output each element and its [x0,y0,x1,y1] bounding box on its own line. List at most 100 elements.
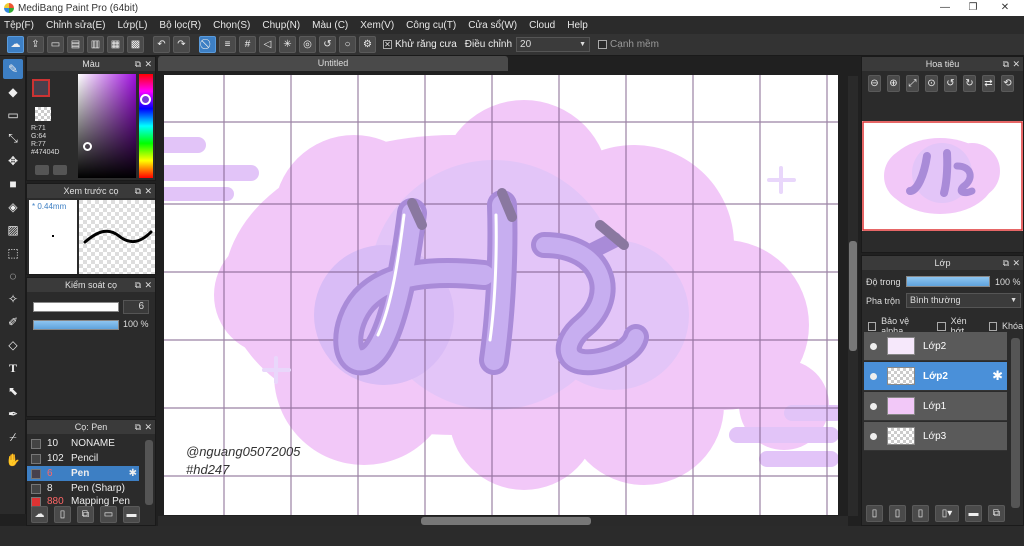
close-icon[interactable]: ✕ [144,278,152,292]
eyedropper-icon[interactable]: ⌿ [3,427,23,447]
rotate-right-icon[interactable]: ↻ [963,75,976,92]
perspective-snap-icon[interactable]: ◁ [259,36,276,53]
menu-select[interactable]: Chọn(S) [213,20,250,31]
select-eraser-icon[interactable]: ◇ [3,335,23,355]
document-tab[interactable]: Untitled [158,56,508,71]
undo-icon[interactable]: ↶ [153,36,170,53]
curve-snap-icon[interactable]: ↺ [319,36,336,53]
close-icon[interactable]: ✕ [144,184,152,198]
snap-settings-icon[interactable]: ⚙ [359,36,376,53]
ellipse-snap-icon[interactable]: ○ [339,36,356,53]
brush-list-scrollbar[interactable] [145,440,153,505]
navigator-thumbnail[interactable] [862,121,1023,231]
rect-tool-icon[interactable]: ▭ [3,105,23,125]
color-mode-icon[interactable] [35,165,49,175]
grid-list-icon[interactable]: ▦ [107,36,124,53]
layer-opacity-slider[interactable] [906,276,990,287]
duplicate-layer-icon[interactable]: ⧉ [988,505,1005,522]
protect-alpha-checkbox[interactable] [868,321,877,331]
new-brush-icon[interactable]: ▯ [54,506,71,523]
new-layer-8bit-icon[interactable]: ▯ [889,505,906,522]
popout-icon[interactable]: ⧉ [135,57,141,71]
cloud-brush-icon[interactable]: ☁ [31,506,48,523]
brush-item[interactable]: 102 Pencil [27,451,139,466]
grid-snap-icon[interactable]: # [239,36,256,53]
transparent-swatch[interactable] [35,107,51,121]
zoom-reset-icon[interactable]: ⊙ [925,75,938,92]
edge-checkbox[interactable] [598,40,608,49]
eye-icon[interactable] [870,372,877,380]
size-value[interactable]: 6 [123,300,149,314]
popout-icon[interactable]: ⧉ [1003,57,1009,71]
dot-tool-icon[interactable]: ⤡ [3,128,23,148]
zoom-in-icon[interactable]: ⊕ [887,75,900,92]
brush-item-selected[interactable]: 6 Pen ✱ [27,466,139,481]
magic-wand-icon[interactable]: ✧ [3,289,23,309]
menu-tools[interactable]: Công cụ(T) [406,20,456,31]
canvas[interactable]: @nguang05072005 #hd247 [164,75,838,515]
new-layer-1bit-icon[interactable]: ▯ [912,505,929,522]
blend-select[interactable]: Bình thường ▼ [906,293,1021,308]
divide-tool-icon[interactable]: ✒ [3,404,23,424]
brush-item[interactable]: 10 NONAME [27,436,139,451]
menu-edit[interactable]: Chỉnh sửa(E) [46,20,106,31]
cloud-icon[interactable]: ☁ [7,36,24,53]
text-icon[interactable]: ▤ [67,36,84,53]
clip-checkbox[interactable] [937,321,946,331]
layer-row[interactable]: Lớp3 [864,422,1007,451]
panels-icon[interactable]: ▩ [127,36,144,53]
menu-color[interactable]: Màu (C) [312,20,348,31]
layer-row-selected[interactable]: Lớp2 ✱ [864,362,1007,391]
delete-brush-icon[interactable]: ▭ [100,506,117,523]
h-scroll-thumb[interactable] [421,517,591,525]
menu-window[interactable]: Cửa sổ(W) [468,20,517,31]
minimize-button[interactable]: — [930,0,960,16]
menu-cloud[interactable]: Cloud [529,20,555,31]
popout-icon[interactable]: ⧉ [135,420,141,434]
menu-view[interactable]: Xem(V) [360,20,394,31]
brush-item[interactable]: 8 Pen (Sharp) [27,481,139,496]
menu-snap[interactable]: Chụp(N) [262,20,300,31]
folder-icon[interactable]: ▬ [965,505,982,522]
popout-icon[interactable]: ⧉ [135,278,141,292]
adjust-select[interactable]: 20 ▼ [516,37,591,52]
redo-icon[interactable]: ↷ [173,36,190,53]
bucket-tool-icon[interactable]: ◈ [3,197,23,217]
zoom-out-icon[interactable]: ⊖ [868,75,881,92]
parallel-snap-icon[interactable]: ≡ [219,36,236,53]
new-layer-icon[interactable]: ▯ [866,505,883,522]
menu-filter[interactable]: Bộ lọc(R) [159,20,201,31]
operation-tool-icon[interactable]: ⬉ [3,381,23,401]
circle-snap-icon[interactable]: ◎ [299,36,316,53]
close-icon[interactable]: ✕ [144,420,152,434]
menu-file[interactable]: Tệp(F) [4,20,34,31]
reset-view-icon[interactable]: ⟲ [1001,75,1014,92]
layer-row[interactable]: Lớp2 [864,332,1007,361]
flip-icon[interactable]: ⇄ [982,75,995,92]
add-layer-dropdown-icon[interactable]: ▯▾ [935,505,959,522]
close-button[interactable]: ✕ [990,0,1020,16]
layer-row[interactable]: Lớp1 [864,392,1007,421]
page-icon[interactable]: ▥ [87,36,104,53]
menu-layer[interactable]: Lớp(L) [118,20,148,31]
v-scroll-thumb[interactable] [849,241,857,351]
brush-tool-icon[interactable]: ✎ [3,59,23,79]
eye-icon[interactable] [870,432,877,440]
antialias-checkbox[interactable]: ✕ [383,40,392,49]
layer-scrollbar[interactable] [1011,338,1020,508]
move-tool-icon[interactable]: ✥ [3,151,23,171]
canvas-h-scrollbar[interactable] [158,516,848,526]
share-icon[interactable]: ⇪ [27,36,44,53]
lock-checkbox[interactable] [988,321,997,331]
size-slider[interactable] [33,302,119,312]
gear-icon[interactable]: ✱ [129,468,137,479]
text-tool-icon[interactable]: T [3,358,23,378]
color-add-icon[interactable] [53,165,67,175]
primary-color-swatch[interactable] [32,79,50,97]
select-rect-tool-icon[interactable]: ⬚ [3,243,23,263]
canvas-v-scrollbar[interactable] [848,76,858,516]
hue-slider[interactable] [139,74,153,178]
popout-icon[interactable]: ⧉ [1003,256,1009,270]
no-snap-icon[interactable]: ⃠ [199,36,216,53]
eraser-tool-icon[interactable]: ◆ [3,82,23,102]
